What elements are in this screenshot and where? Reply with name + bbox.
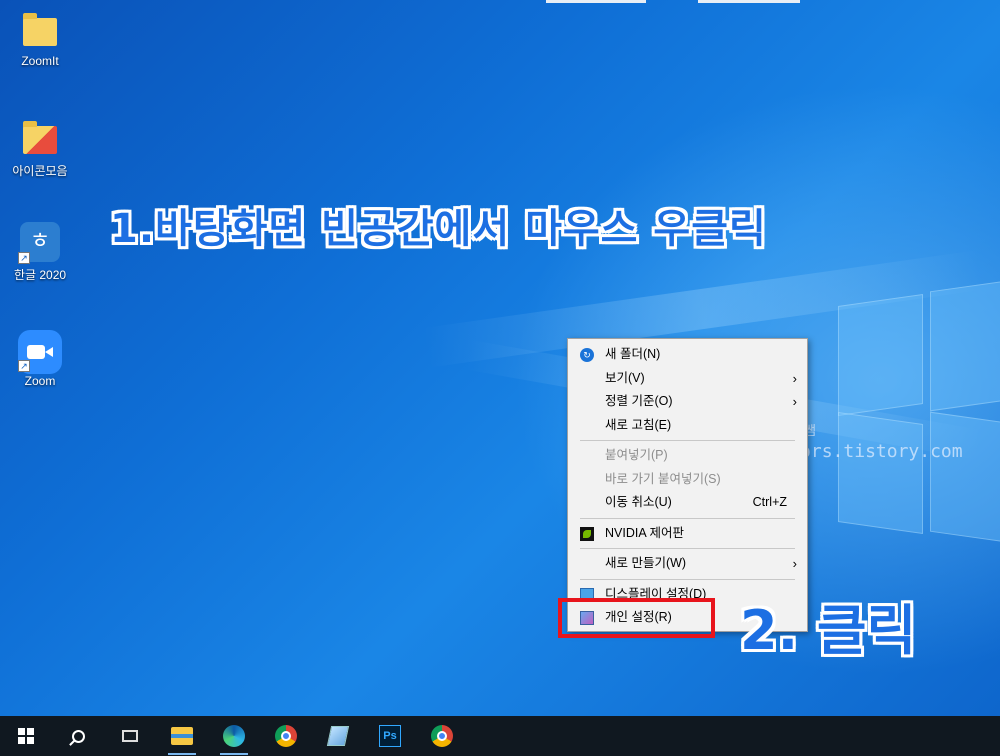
file-explorer-icon [171,727,193,745]
menu-item-label: 바로 가기 붙여넣기(S) [605,471,721,486]
chrome-button[interactable] [260,716,312,756]
menu-separator [580,578,795,580]
menu-item-new[interactable]: 새로 만들기(W) › [568,552,807,576]
desktop[interactable]: ZoomIt 아이콘모음 ㅎ ↗ 한글 2020 ↗ Zoom 1.바탕화면 빈… [0,0,1000,716]
chevron-right-icon: › [792,556,797,571]
menu-shortcut: Ctrl+Z [752,495,787,509]
highlight-box [558,598,715,638]
menu-item-label: 이동 취소(U) [605,495,672,509]
instruction-step-1: 1.바탕화면 빈공간에서 마우스 우클릭 [110,206,767,252]
desktop-icon-zoomit[interactable]: ZoomIt [0,10,80,68]
menu-item-view[interactable]: 보기(V) › [568,367,807,391]
folder-icon [23,13,57,46]
taskbar: Ps [0,716,1000,756]
menu-item-label: 붙여넣기(P) [605,448,668,462]
windows-start-icon [18,728,34,744]
desktop-icon-label: ZoomIt [21,54,59,68]
menu-separator [580,517,795,519]
shortcut-arrow-icon: ↗ [18,252,30,264]
menu-item-label: 새 폴더(N) [605,347,661,361]
desktop-icon-icon-collection[interactable]: 아이콘모음 [0,118,80,179]
desktop-icon-label: Zoom [24,374,56,388]
chevron-right-icon: › [792,370,797,386]
search-button[interactable] [52,716,104,756]
task-view-button[interactable] [104,716,156,756]
shortcut-arrow-icon: ↗ [18,360,30,372]
menu-separator [580,548,795,549]
file-explorer-button[interactable] [156,716,208,756]
photoshop-button[interactable]: Ps [364,716,416,756]
new-folder-icon: ↻ [580,348,594,362]
instruction-step-2: 2. 클릭 [740,599,917,662]
edge-button[interactable] [208,716,260,756]
photoshop-icon: Ps [379,725,401,747]
chrome-icon [275,725,297,747]
notes-button[interactable] [312,716,364,756]
edge-icon [223,725,245,747]
search-icon [71,729,85,743]
menu-item-label: NVIDIA 제어판 [605,525,684,540]
menu-item-label: 새로 고침(E) [605,417,672,432]
chevron-right-icon: › [792,394,797,409]
menu-item-new-folder[interactable]: ↻ 새 폴더(N) [568,343,807,367]
start-button[interactable] [0,716,52,756]
menu-item-paste: 붙여넣기(P) [568,444,807,468]
menu-item-label: 보기(V) [605,370,645,385]
top-edge-fragment [546,0,646,3]
menu-item-nvidia-control-panel[interactable]: NVIDIA 제어판 [568,522,807,546]
nvidia-icon [580,526,594,541]
menu-item-paste-shortcut: 바로 가기 붙여넣기(S) [568,468,807,492]
chrome-profile-icon [431,725,453,747]
menu-separator [580,440,795,441]
notes-icon [326,726,350,746]
menu-item-undo-move[interactable]: 이동 취소(U) Ctrl+Z [568,491,807,515]
desktop-icon-label: 아이콘모음 [12,164,68,178]
folder-icon [23,121,57,154]
menu-item-label: 새로 만들기(W) [605,556,687,570]
desktop-icon-hangul-2020[interactable]: ㅎ ↗ 한글 2020 [0,222,80,283]
desktop-icon-label: 한글 2020 [13,268,67,282]
menu-item-refresh[interactable]: 새로 고침(E) [568,414,807,438]
chrome-profile-button[interactable] [416,716,468,756]
menu-item-sort-by[interactable]: 정렬 기준(O) › [568,390,807,414]
task-view-icon [122,730,138,742]
desktop-icon-zoom[interactable]: ↗ Zoom [0,330,80,388]
top-edge-fragment [698,0,800,3]
menu-item-label: 정렬 기준(O) [605,394,673,408]
